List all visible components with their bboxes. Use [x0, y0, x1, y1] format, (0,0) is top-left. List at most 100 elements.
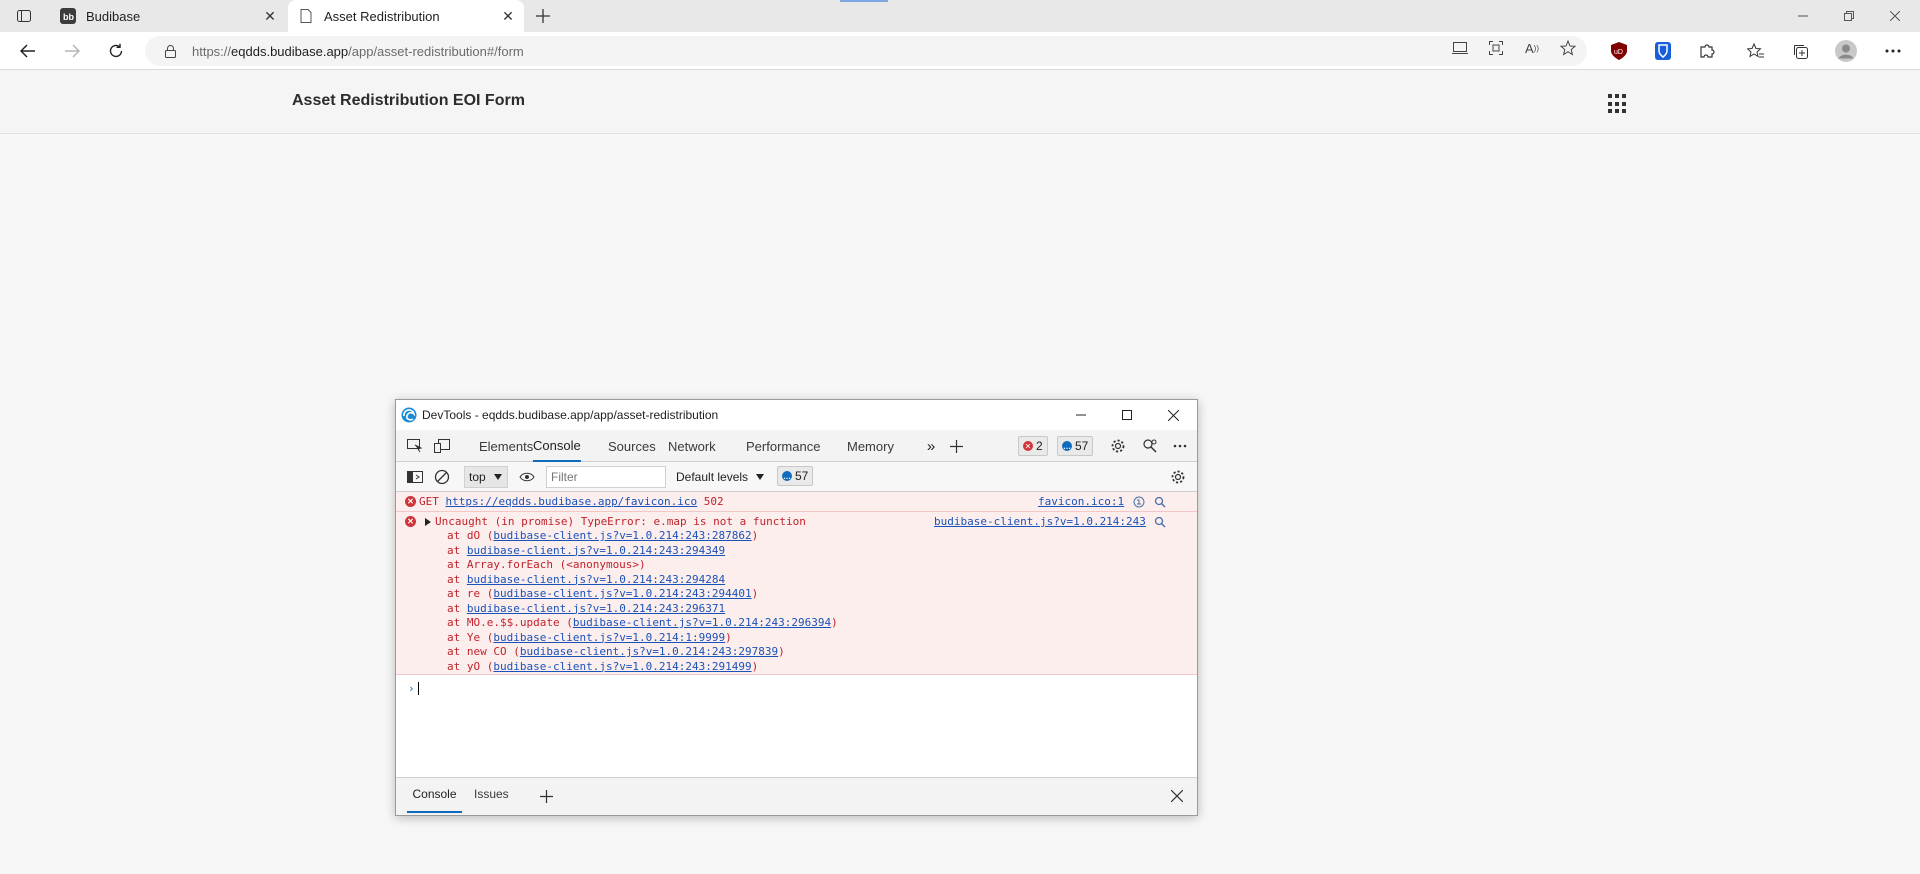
- new-tab-button[interactable]: [530, 4, 556, 28]
- close-tab-icon[interactable]: ✕: [496, 4, 520, 28]
- feedback-icon[interactable]: [1138, 434, 1162, 458]
- stack-frame: at yO (budibase-client.js?v=1.0.214:243:…: [447, 659, 759, 673]
- console-input-caret[interactable]: [418, 682, 419, 695]
- console-filter-input[interactable]: [546, 466, 666, 488]
- stack-frame-link[interactable]: budibase-client.js?v=1.0.214:243:287862: [493, 529, 751, 542]
- tab-elements[interactable]: Elements: [479, 430, 533, 462]
- clear-console-icon[interactable]: [430, 465, 454, 489]
- log-levels-dropdown[interactable]: Default levels: [676, 466, 765, 488]
- stack-frame-link[interactable]: budibase-client.js?v=1.0.214:243:296371: [467, 602, 725, 615]
- page-favicon-icon: [298, 8, 314, 24]
- device-emulation-icon[interactable]: [430, 434, 454, 458]
- favorites-button[interactable]: [1741, 37, 1771, 65]
- browser-tab-strip: bb Budibase ✕ Asset Redistribution ✕: [0, 0, 1920, 32]
- more-options-icon[interactable]: [1168, 434, 1192, 458]
- devtools-minimize-button[interactable]: [1058, 400, 1104, 430]
- tab-title: Budibase: [86, 8, 141, 24]
- expand-triangle-icon[interactable]: [425, 518, 431, 526]
- stack-frame: at budibase-client.js?v=1.0.214:243:2963…: [447, 601, 726, 615]
- extensions-button[interactable]: [1692, 37, 1722, 65]
- refresh-button[interactable]: [101, 37, 131, 65]
- show-sidebar-icon[interactable]: [403, 465, 427, 489]
- close-window-button[interactable]: [1872, 0, 1918, 32]
- bitwarden-extension-button[interactable]: [1648, 37, 1678, 65]
- inspect-element-icon[interactable]: [403, 434, 427, 458]
- live-expression-eye-icon[interactable]: [515, 465, 539, 489]
- source-link[interactable]: favicon.ico:1: [1038, 495, 1124, 508]
- stack-frame-link[interactable]: budibase-client.js?v=1.0.214:243:296394: [573, 616, 831, 629]
- error-text: Uncaught (in promise) TypeError: e.map i…: [435, 515, 806, 528]
- forward-button[interactable]: [57, 37, 87, 65]
- stack-frame-link[interactable]: budibase-client.js?v=1.0.214:243:291499: [493, 660, 751, 673]
- drawer-tab-console[interactable]: Console: [407, 787, 462, 813]
- drawer-tab-issues[interactable]: Issues: [474, 787, 509, 813]
- console-output: ✕ GET https://eqdds.budibase.app/favicon…: [396, 492, 1197, 777]
- source-link[interactable]: budibase-client.js?v=1.0.214:243: [934, 515, 1146, 528]
- add-drawer-tab-plus-icon[interactable]: [534, 784, 558, 808]
- restore-button[interactable]: [1826, 0, 1872, 32]
- settings-more-button[interactable]: [1878, 37, 1908, 65]
- tab-console[interactable]: Console: [533, 430, 581, 462]
- tab-actions-icon: [17, 10, 31, 22]
- message-count-badge[interactable]: … 57: [1057, 436, 1094, 456]
- error-icon: ✕: [405, 496, 416, 507]
- devtools-window: DevTools - eqdds.budibase.app/app/asset-…: [395, 399, 1198, 816]
- tab-memory[interactable]: Memory: [847, 430, 894, 462]
- minimize-button[interactable]: [1780, 0, 1826, 32]
- qr-code-icon[interactable]: [1485, 39, 1507, 57]
- puzzle-icon: [1700, 44, 1715, 58]
- profile-button[interactable]: [1831, 37, 1861, 65]
- stack-frame-link[interactable]: budibase-client.js?v=1.0.214:243:294401: [493, 587, 751, 600]
- browser-tab-asset-redistribution[interactable]: Asset Redistribution ✕: [288, 0, 524, 32]
- address-bar[interactable]: https://eqdds.budibase.app/app/asset-red…: [145, 36, 1587, 66]
- error-icon: ✕: [405, 516, 416, 527]
- devtools-window-title: DevTools - eqdds.budibase.app/app/asset-…: [422, 408, 719, 422]
- favorites-icon: [1747, 43, 1764, 58]
- tab-sources[interactable]: Sources: [608, 430, 656, 462]
- more-tabs-chevron-icon[interactable]: »: [919, 434, 943, 458]
- restore-icon: [1844, 11, 1854, 21]
- close-tab-icon[interactable]: ✕: [258, 4, 282, 28]
- back-button[interactable]: [13, 37, 43, 65]
- error-count-badge[interactable]: ✕ 2: [1018, 436, 1048, 456]
- collections-icon: [1794, 45, 1808, 59]
- svg-text:uD: uD: [1614, 49, 1623, 56]
- message-icon: …: [1062, 441, 1072, 451]
- lock-icon[interactable]: [162, 43, 178, 59]
- stack-frame: at Ye (budibase-client.js?v=1.0.214:1:99…: [447, 630, 732, 644]
- message-icon: …: [782, 471, 792, 481]
- tab-network[interactable]: Network: [668, 430, 716, 462]
- search-icon[interactable]: [1154, 496, 1166, 508]
- filter-message-count-badge[interactable]: … 57: [777, 466, 814, 486]
- close-drawer-icon[interactable]: [1165, 784, 1189, 808]
- ublock-extension-button[interactable]: uD: [1604, 37, 1634, 65]
- stack-frame-link[interactable]: budibase-client.js?v=1.0.214:243:294284: [467, 573, 725, 586]
- add-tool-plus-icon[interactable]: [944, 434, 968, 458]
- stack-frame: at new CO (budibase-client.js?v=1.0.214:…: [447, 645, 785, 658]
- devtools-titlebar: DevTools - eqdds.budibase.app/app/asset-…: [396, 400, 1197, 430]
- browser-tab-budibase[interactable]: bb Budibase ✕: [50, 0, 286, 32]
- stack-frame-link[interactable]: budibase-client.js?v=1.0.214:1:9999: [493, 631, 725, 644]
- devtools-close-button[interactable]: [1150, 400, 1196, 430]
- stack-frame-link[interactable]: budibase-client.js?v=1.0.214:243:294349: [467, 544, 725, 557]
- collections-button[interactable]: [1785, 37, 1815, 65]
- tab-performance[interactable]: Performance: [746, 430, 820, 462]
- settings-gear-icon[interactable]: [1106, 434, 1130, 458]
- stack-frame-link[interactable]: budibase-client.js?v=1.0.214:243:297839: [520, 645, 778, 658]
- add-favorite-icon[interactable]: [1557, 39, 1579, 57]
- network-request-icon[interactable]: [1133, 496, 1145, 508]
- stack-frame: at dO (budibase-client.js?v=1.0.214:243:…: [447, 529, 759, 542]
- app-menu-grid-icon[interactable]: [1608, 94, 1628, 114]
- javascript-context-select[interactable]: top: [464, 466, 508, 488]
- request-url-link[interactable]: https://eqdds.budibase.app/favicon.ico: [446, 495, 698, 508]
- tab-actions-menu-button[interactable]: [10, 5, 38, 27]
- app-available-icon[interactable]: [1449, 39, 1471, 57]
- read-aloud-icon[interactable]: A)): [1521, 39, 1543, 57]
- devtools-maximize-button[interactable]: [1104, 400, 1150, 430]
- search-icon[interactable]: [1154, 516, 1166, 528]
- page-title: Asset Redistribution EOI Form: [292, 92, 525, 109]
- stack-frame: at MO.e.$$.update (budibase-client.js?v=…: [447, 616, 838, 629]
- console-prompt-chevron-icon: ›: [408, 682, 415, 695]
- console-settings-gear-icon[interactable]: [1166, 465, 1190, 489]
- browser-toolbar: https://eqdds.budibase.app/app/asset-red…: [0, 32, 1920, 70]
